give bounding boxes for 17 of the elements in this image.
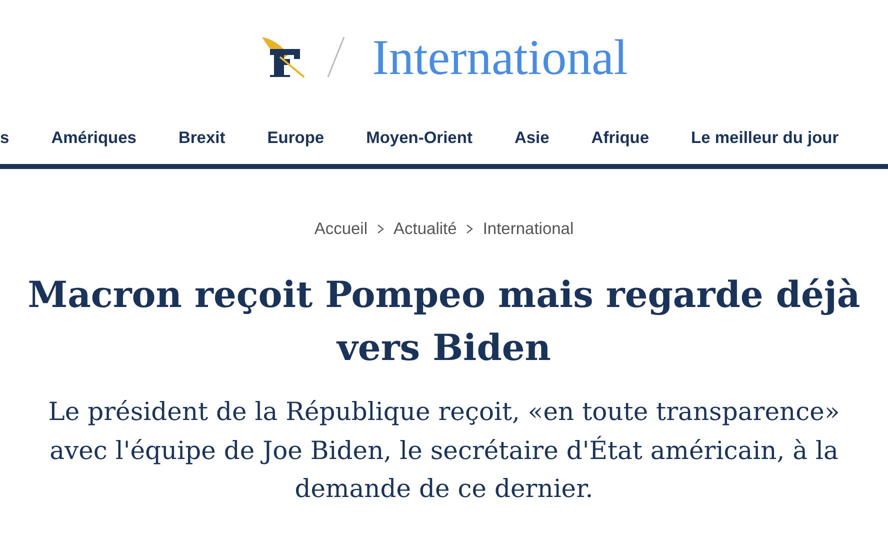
- breadcrumb-link[interactable]: Actualité: [394, 220, 457, 238]
- breadcrumb-link[interactable]: International: [482, 220, 574, 238]
- nav-link[interactable]: Amériques: [51, 128, 136, 148]
- nav-link[interactable]: Brexit: [178, 128, 226, 148]
- nav-link[interactable]: Europe: [267, 128, 324, 148]
- section-title: International: [372, 28, 628, 86]
- slash-icon: [326, 35, 346, 79]
- nav-link[interactable]: Asie: [514, 128, 550, 148]
- nav-link[interactable]: Afrique: [591, 128, 650, 148]
- headline: Macron reçoit Pompeo mais regarde déjà vers Biden: [26, 273, 862, 371]
- chevron-icon: [466, 224, 474, 234]
- chevron-icon: [376, 224, 385, 234]
- breadcrumb-link[interactable]: Accueil: [314, 220, 368, 238]
- nav-link[interactable]: Moyen-Orient: [366, 128, 472, 148]
- nav-link[interactable]: s: [0, 128, 10, 148]
- standfirst: Le président de la République reçoit, «en toute transparence» avec l'équipe de Joe Biden, le secrétaire d'État américain, à la demande de ce dernier.: [47, 396, 841, 505]
- nav-link[interactable]: Le meilleur du jour: [691, 128, 839, 148]
